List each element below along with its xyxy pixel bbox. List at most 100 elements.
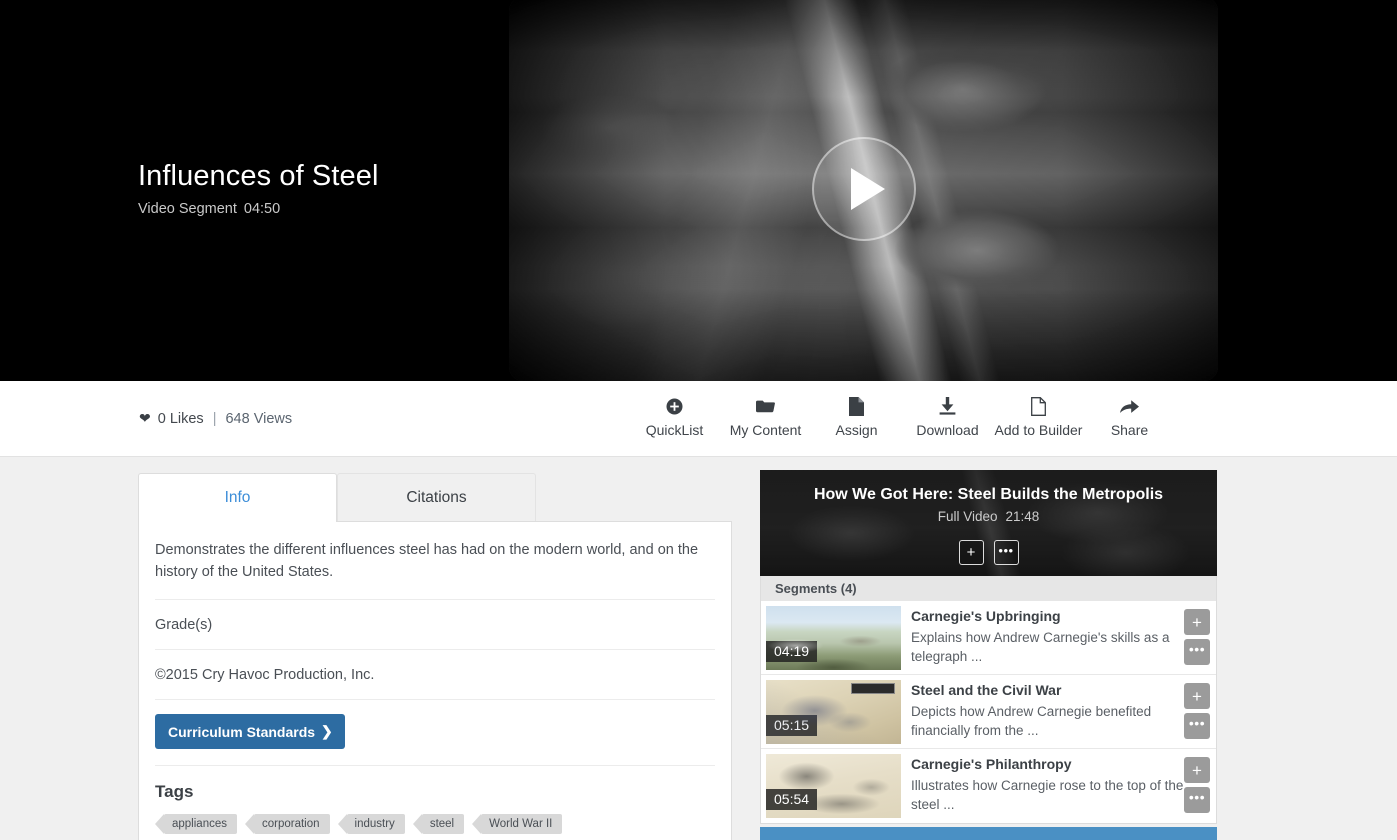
segment-add-button[interactable]: + (1184, 609, 1210, 635)
segment-info: Steel and the Civil War Depicts how Andr… (901, 680, 1184, 740)
segment-more-button[interactable]: ••• (1184, 639, 1210, 665)
hero-metadata: Influences of Steel Video Segment 04:50 (138, 158, 379, 217)
tab-info-label: Info (224, 488, 251, 506)
download-button[interactable]: Download (902, 395, 993, 438)
bottom-blue-bar (760, 827, 1217, 840)
tag-item[interactable]: corporation (245, 814, 330, 834)
add-to-builder-button[interactable]: Add to Builder (993, 395, 1084, 438)
segment-row[interactable]: 05:15 Steel and the Civil War Depicts ho… (761, 675, 1216, 749)
heart-icon: ❤ (139, 410, 151, 426)
plus-circle-icon (666, 395, 683, 417)
assign-button[interactable]: Assign (811, 395, 902, 438)
likes-count: 0 Likes (157, 410, 204, 427)
download-label: Download (916, 422, 979, 438)
segment-description: Illustrates how Carnegie rose to the top… (911, 778, 1184, 812)
quicklist-label: QuickList (645, 422, 704, 438)
segment-info: Carnegie's Upbringing Explains how Andre… (901, 606, 1184, 666)
assign-label: Assign (835, 422, 878, 438)
segment-actions: + ••• (1184, 754, 1210, 813)
parent-video-card[interactable]: How We Got Here: Steel Builds the Metrop… (760, 470, 1217, 576)
tag-item[interactable]: appliances (155, 814, 237, 834)
parent-video-duration: 21:48 (1005, 509, 1040, 524)
chevron-right-icon: ❯ (321, 723, 333, 739)
stats-separator: | (212, 410, 217, 427)
page-title: Influences of Steel (138, 160, 379, 192)
standards-row: Curriculum Standards ❯ (155, 700, 715, 766)
tag-item[interactable]: steel (412, 814, 465, 834)
segment-actions: + ••• (1184, 680, 1210, 739)
tab-info[interactable]: Info (138, 473, 337, 522)
quicklist-button[interactable]: QuickList (629, 395, 720, 438)
media-type-label: Video Segment (138, 201, 237, 217)
my-content-label: My Content (729, 422, 802, 438)
tab-citations-label: Citations (406, 488, 467, 506)
grades-label: Grade(s) (155, 617, 213, 633)
tag-item[interactable]: industry (337, 814, 405, 834)
tab-bar: Info Citations (138, 473, 732, 522)
description-text: Demonstrates the different influences st… (155, 542, 699, 580)
segment-row[interactable]: 05:54 Carnegie's Philanthropy Illustrate… (761, 749, 1216, 823)
segment-row[interactable]: 04:19 Carnegie's Upbringing Explains how… (761, 601, 1216, 675)
tags-list: appliances corporation industry steel Wo… (155, 814, 715, 834)
video-player[interactable] (509, 0, 1218, 381)
my-content-button[interactable]: My Content (720, 395, 811, 438)
add-to-builder-label: Add to Builder (994, 422, 1083, 438)
parent-video-title: How We Got Here: Steel Builds the Metrop… (813, 486, 1164, 503)
segment-description: Explains how Andrew Carnegie's skills as… (911, 630, 1170, 664)
share-button[interactable]: Share (1084, 395, 1175, 438)
curriculum-standards-button[interactable]: Curriculum Standards ❯ (155, 714, 345, 749)
parent-video-actions: + ••• (760, 540, 1217, 565)
segment-add-button[interactable]: + (1184, 757, 1210, 783)
action-bar: ❤ 0 Likes | 648 Views QuickList My Conte… (0, 381, 1397, 457)
segment-more-button[interactable]: ••• (1184, 713, 1210, 739)
hero-subtitle: Video Segment 04:50 (138, 201, 379, 217)
segment-more-button[interactable]: ••• (1184, 787, 1210, 813)
segment-title: Carnegie's Upbringing (911, 608, 1061, 624)
hero-section: Influences of Steel Video Segment 04:50 (0, 0, 1397, 381)
segment-thumbnail: 04:19 (766, 606, 901, 670)
segment-thumbnail: 05:15 (766, 680, 901, 744)
segment-title: Carnegie's Philanthropy (911, 756, 1072, 772)
folder-icon (755, 395, 776, 417)
segment-duration: 04:19 (766, 641, 818, 662)
tag-item[interactable]: World War II (472, 814, 563, 834)
download-icon (939, 395, 956, 417)
parent-add-button[interactable]: + (958, 540, 984, 565)
grades-row: Grade(s) (155, 600, 715, 650)
segment-add-button[interactable]: + (1184, 683, 1210, 709)
action-buttons: QuickList My Content Assign Download Add… (629, 395, 1175, 438)
related-panel: How We Got Here: Steel Builds the Metrop… (760, 470, 1217, 824)
segments-list: 04:19 Carnegie's Upbringing Explains how… (760, 601, 1217, 824)
play-triangle-icon (851, 168, 885, 210)
parent-video-subtitle: Full Video 21:48 (760, 509, 1217, 524)
page-outline-icon (1031, 395, 1046, 417)
segment-actions: + ••• (1184, 606, 1210, 665)
thumbnail-label-decoration (851, 683, 895, 694)
segment-duration: 05:15 (766, 715, 818, 736)
parent-more-button[interactable]: ••• (993, 540, 1019, 565)
copyright-row: ©2015 Cry Havoc Production, Inc. (155, 650, 715, 700)
segments-header: Segments (4) (760, 576, 1217, 601)
segment-title: Steel and the Civil War (911, 682, 1062, 698)
info-card: Demonstrates the different influences st… (138, 521, 732, 840)
views-count[interactable]: 648 Views (225, 411, 292, 427)
segment-description: Depicts how Andrew Carnegie benefited fi… (911, 704, 1152, 738)
tags-heading: Tags (155, 782, 194, 801)
description-row: Demonstrates the different influences st… (155, 522, 715, 600)
segment-info: Carnegie's Philanthropy Illustrates how … (901, 754, 1184, 814)
tags-section: Tags appliances corporation industry ste… (155, 766, 715, 840)
stats-group: ❤ 0 Likes | 648 Views (139, 410, 292, 427)
share-label: Share (1110, 422, 1149, 438)
media-duration: 04:50 (243, 201, 281, 217)
content-area: Info Citations Demonstrates the differen… (0, 457, 1397, 840)
document-icon (849, 395, 864, 417)
segment-duration: 05:54 (766, 789, 818, 810)
segment-thumbnail: 05:54 (766, 754, 901, 818)
curriculum-standards-label: Curriculum Standards (168, 723, 316, 740)
play-button[interactable] (811, 137, 916, 241)
parent-video-type: Full Video (937, 509, 998, 524)
share-arrow-icon (1120, 395, 1139, 417)
tab-citations[interactable]: Citations (337, 473, 536, 521)
info-panel: Info Citations Demonstrates the differen… (138, 473, 732, 840)
copyright-text: ©2015 Cry Havoc Production, Inc. (155, 667, 375, 683)
